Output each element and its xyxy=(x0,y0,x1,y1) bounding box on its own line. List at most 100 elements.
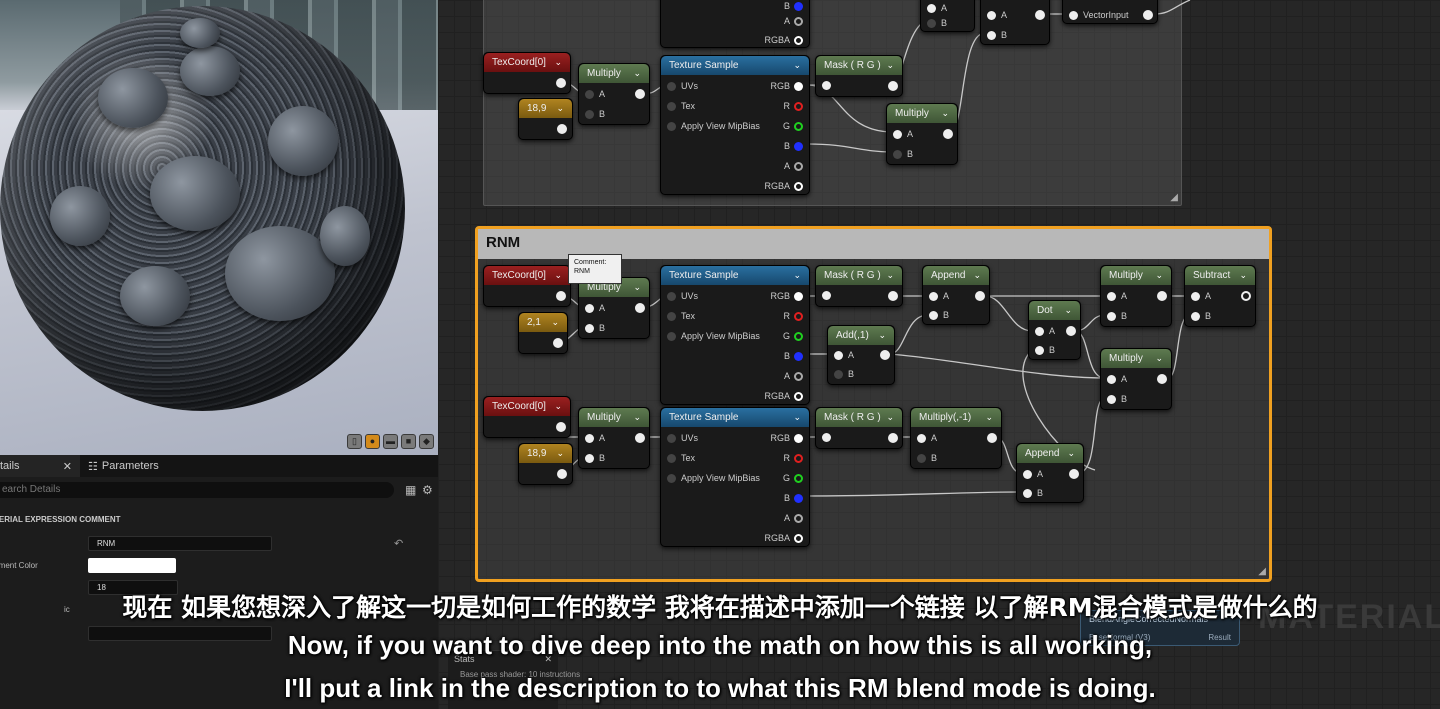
tab-parameters[interactable]: ☷ Parameters xyxy=(80,455,167,477)
chevron-down-icon[interactable]: ⌄ xyxy=(973,270,981,281)
node-append-rnm-1[interactable]: Append ⌄ A B xyxy=(922,265,990,325)
sphere-icon[interactable]: ● xyxy=(365,434,380,449)
output-a[interactable]: A xyxy=(784,371,803,381)
chevron-down-icon[interactable]: ⌄ xyxy=(878,330,886,341)
output-pin[interactable] xyxy=(635,303,645,313)
node-vectorinput[interactable]: VectorInput xyxy=(1062,0,1158,24)
material-preview-viewport[interactable]: ▯ ● ▬ ■ ◆ xyxy=(0,0,438,455)
node-constant-rnm-1[interactable]: 2,1 ⌄ xyxy=(518,312,568,354)
chevron-down-icon[interactable]: ⌄ xyxy=(985,412,993,423)
output-pin[interactable] xyxy=(1035,10,1045,20)
output-rgba[interactable]: RGBA xyxy=(764,35,803,45)
search-details-input[interactable]: earch Details xyxy=(0,482,394,498)
node-texcoord-top[interactable]: TexCoord[0] ⌄ xyxy=(483,52,571,94)
output-pin[interactable] xyxy=(556,422,566,432)
input-a[interactable]: A xyxy=(893,129,913,139)
chevron-down-icon[interactable]: ⌄ xyxy=(941,108,949,119)
input-b[interactable]: B xyxy=(917,453,937,463)
input-mip[interactable]: Apply View MipBias xyxy=(667,473,760,483)
teapot-icon[interactable]: ◆ xyxy=(419,434,434,449)
output-b[interactable]: B xyxy=(784,351,803,361)
comment-text-field[interactable]: RNM xyxy=(88,536,272,551)
output-pin[interactable] xyxy=(975,291,985,301)
gear-icon[interactable]: ⚙ xyxy=(422,483,433,497)
output-r[interactable]: R xyxy=(784,453,803,463)
input-a[interactable]: A xyxy=(1107,291,1127,301)
input-mip[interactable]: Apply View MipBias xyxy=(667,121,760,131)
output-a[interactable]: A xyxy=(784,513,803,523)
input-b[interactable]: B xyxy=(585,109,605,119)
output-a[interactable]: A xyxy=(784,16,803,26)
node-multiply-top[interactable]: Multiply ⌄ A B xyxy=(578,63,650,125)
input-a[interactable]: A xyxy=(987,10,1007,20)
node-texture-sample-top[interactable]: Texture Sample ⌄ UVs Tex Apply View MipBi… xyxy=(660,55,810,195)
grid-view-icon[interactable]: ▦ xyxy=(405,483,416,497)
chevron-down-icon[interactable]: ⌄ xyxy=(556,103,564,114)
cube-icon[interactable]: ■ xyxy=(401,434,416,449)
chevron-down-icon[interactable]: ⌄ xyxy=(1064,305,1072,316)
chevron-down-icon[interactable]: ⌄ xyxy=(554,270,562,281)
node-texture-sample-rnm-2[interactable]: Texture Sample ⌄ UVs Tex Apply View MipBi… xyxy=(660,407,810,547)
comment-color-swatch[interactable] xyxy=(88,558,176,573)
output-pin[interactable] xyxy=(1157,291,1167,301)
output-pin[interactable] xyxy=(888,433,898,443)
output-pin[interactable] xyxy=(1241,291,1251,301)
vectorinput-pin[interactable]: VectorInput xyxy=(1069,10,1129,20)
input-uvs[interactable]: UVs xyxy=(667,433,698,443)
output-pin[interactable] xyxy=(888,81,898,91)
input[interactable] xyxy=(822,291,831,300)
input-a[interactable]: A xyxy=(1191,291,1211,301)
node-constant-top[interactable]: 18,9 ⌄ xyxy=(518,98,573,140)
chevron-down-icon[interactable]: ⌄ xyxy=(1067,448,1075,459)
output-pin[interactable] xyxy=(556,78,566,88)
node-mask-top[interactable]: Mask ( R G ) ⌄ xyxy=(815,55,903,97)
output-b[interactable]: B xyxy=(784,1,803,11)
output-pin[interactable] xyxy=(1066,326,1076,336)
output-pin[interactable] xyxy=(557,469,567,479)
output-rgb[interactable]: RGB xyxy=(770,433,803,443)
input-b[interactable]: B xyxy=(585,323,605,333)
output-pin[interactable] xyxy=(987,433,997,443)
output-pin[interactable] xyxy=(557,124,567,134)
output-r[interactable]: R xyxy=(784,311,803,321)
input-b[interactable]: B xyxy=(1035,345,1055,355)
node-multiply2-top[interactable]: Multiply ⌄ A B xyxy=(886,103,958,165)
chevron-down-icon[interactable]: ⌄ xyxy=(793,60,801,71)
node-partial-1[interactable]: A B xyxy=(920,0,975,32)
input-a[interactable]: A xyxy=(929,291,949,301)
input-uvs[interactable]: UVs xyxy=(667,291,698,301)
node-subtract-rnm[interactable]: Subtract ⌄ A B xyxy=(1184,265,1256,327)
input[interactable] xyxy=(822,433,831,442)
output-pin[interactable] xyxy=(1069,469,1079,479)
input-tex[interactable]: Tex xyxy=(667,101,695,111)
input[interactable] xyxy=(822,81,831,90)
input-b[interactable]: B xyxy=(585,453,605,463)
input-b[interactable]: B xyxy=(929,310,949,320)
output-pin[interactable] xyxy=(943,129,953,139)
node-dot-rnm[interactable]: Dot ⌄ A B xyxy=(1028,300,1081,360)
output-pin[interactable] xyxy=(635,433,645,443)
chevron-down-icon[interactable]: ⌄ xyxy=(556,448,564,459)
input-b[interactable]: B xyxy=(1107,394,1127,404)
input-tex[interactable]: Tex xyxy=(667,453,695,463)
output-g[interactable]: G xyxy=(783,473,803,483)
chevron-down-icon[interactable]: ⌄ xyxy=(886,270,894,281)
node-constant-rnm-2[interactable]: 18,9 ⌄ xyxy=(518,443,573,485)
plane-icon[interactable]: ▯ xyxy=(347,434,362,449)
tab-details[interactable]: tails ✕ xyxy=(0,455,80,477)
chevron-down-icon[interactable]: ⌄ xyxy=(551,317,559,328)
chevron-down-icon[interactable]: ⌄ xyxy=(1155,353,1163,364)
output-b[interactable]: B xyxy=(784,493,803,503)
input-b[interactable]: B xyxy=(987,30,1007,40)
input-a[interactable]: A xyxy=(927,3,947,13)
input-b[interactable]: B xyxy=(927,18,947,28)
node-multiply-rnm-b[interactable]: Multiply ⌄ A B xyxy=(1100,348,1172,410)
node-multiply-neg-rnm[interactable]: Multiply(,-1) ⌄ A B xyxy=(910,407,1002,469)
node-texture-sample-partial[interactable]: B A RGBA xyxy=(660,0,810,48)
input-a[interactable]: A xyxy=(585,433,605,443)
output-rgba[interactable]: RGBA xyxy=(764,391,803,401)
input-mip[interactable]: Apply View MipBias xyxy=(667,331,760,341)
input-a[interactable]: A xyxy=(834,350,854,360)
input-a[interactable]: A xyxy=(585,303,605,313)
input-a[interactable]: A xyxy=(1035,326,1055,336)
